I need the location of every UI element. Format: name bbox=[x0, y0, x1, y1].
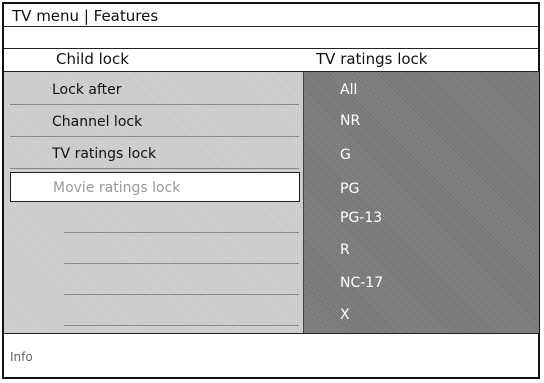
child-lock-menu: Lock after Channel lock TV ratings lock … bbox=[4, 72, 303, 333]
rating-option-r[interactable]: R bbox=[340, 242, 350, 258]
empty-menu-slot bbox=[64, 203, 299, 233]
rating-option-x[interactable]: X bbox=[340, 307, 350, 323]
rating-option-all[interactable]: All bbox=[340, 82, 357, 98]
menu-item-tv-ratings-lock[interactable]: TV ratings lock bbox=[10, 139, 299, 169]
right-column-title: TV ratings lock bbox=[316, 50, 428, 68]
menu-item-label: Movie ratings lock bbox=[53, 180, 181, 196]
empty-menu-slot bbox=[64, 234, 299, 264]
rating-option-pg-13[interactable]: PG-13 bbox=[340, 210, 382, 226]
rating-option-nr[interactable]: NR bbox=[340, 113, 360, 129]
info-text: Info bbox=[10, 350, 33, 364]
menu-title: TV menu | Features bbox=[12, 7, 159, 25]
ratings-panel: All NR G PG PG-13 R NC-17 X bbox=[303, 72, 539, 333]
title-divider bbox=[4, 26, 538, 27]
rating-option-g[interactable]: G bbox=[340, 147, 351, 163]
menu-item-label: Lock after bbox=[52, 82, 122, 98]
empty-menu-slot bbox=[64, 296, 299, 326]
menu-item-label: TV ratings lock bbox=[52, 146, 157, 162]
empty-menu-slot bbox=[64, 265, 299, 295]
rating-option-nc-17[interactable]: NC-17 bbox=[340, 275, 383, 291]
left-column-title: Child lock bbox=[56, 50, 129, 68]
menu-item-label: Channel lock bbox=[52, 114, 143, 130]
menu-item-lock-after[interactable]: Lock after bbox=[10, 75, 299, 105]
menu-item-movie-ratings-lock[interactable]: Movie ratings lock bbox=[10, 172, 300, 202]
menu-item-channel-lock[interactable]: Channel lock bbox=[10, 107, 299, 137]
rating-option-pg[interactable]: PG bbox=[340, 181, 359, 197]
header-divider bbox=[4, 48, 538, 49]
tv-menu-window: TV menu | Features Child lock TV ratings… bbox=[2, 2, 540, 379]
footer-divider bbox=[4, 333, 538, 334]
